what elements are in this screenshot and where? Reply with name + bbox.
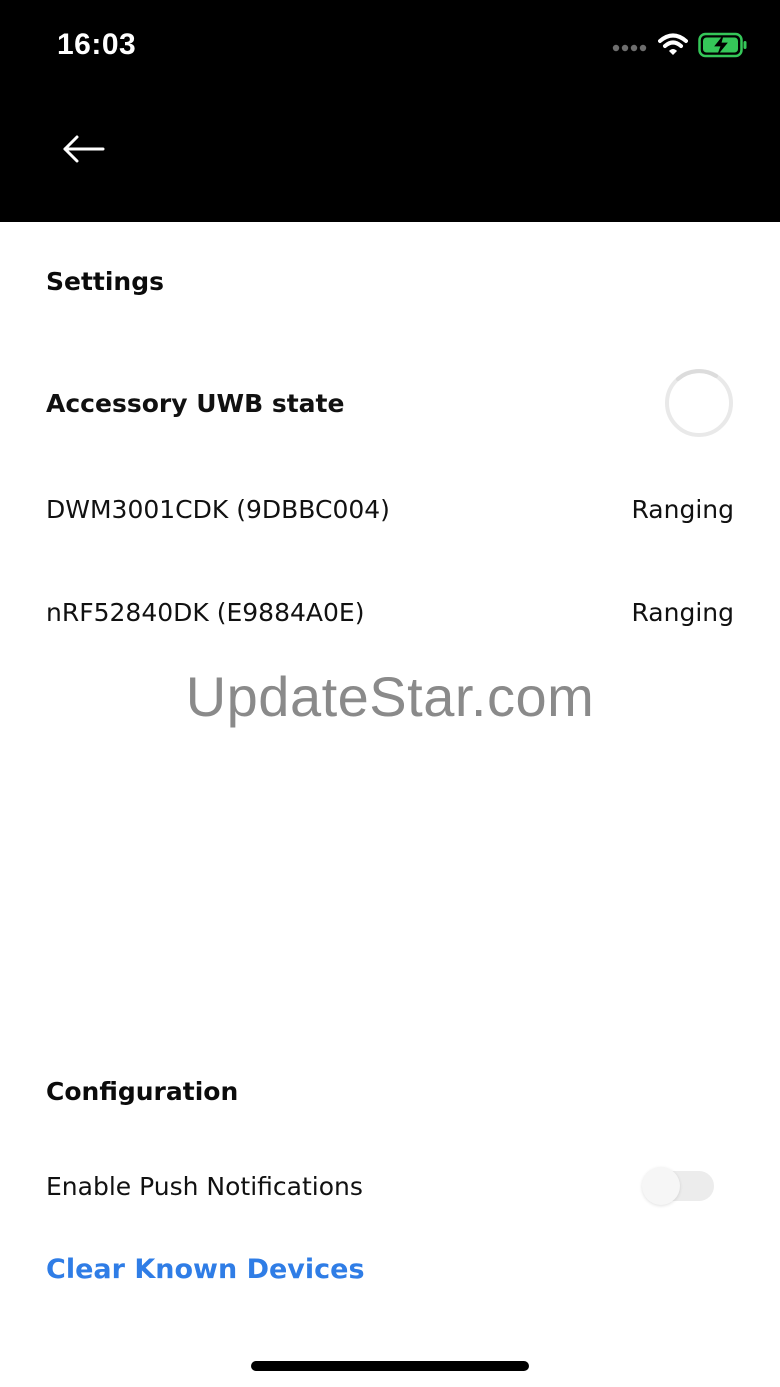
push-notifications-label: Enable Push Notifications <box>46 1171 363 1201</box>
device-name: nRF52840DK (E9884A0E) <box>46 597 365 627</box>
settings-title: Settings <box>46 267 165 296</box>
wifi-icon <box>658 33 688 61</box>
device-row: nRF52840DK (E9884A0E) Ranging <box>46 584 734 640</box>
uwb-state-label: Accessory UWB state <box>46 388 345 418</box>
device-state: Ranging <box>631 494 734 524</box>
push-notifications-row: Enable Push Notifications <box>46 1158 734 1214</box>
top-bar: 16:03 <box>0 0 780 222</box>
arrow-left-icon <box>61 134 105 168</box>
loading-spinner-icon <box>664 368 734 442</box>
status-time: 16:03 <box>57 28 137 61</box>
device-state: Ranging <box>631 597 734 627</box>
signal-dots-icon <box>612 38 648 57</box>
device-name: DWM3001CDK (9DBBC004) <box>46 494 390 524</box>
toggle-knob <box>642 1167 680 1205</box>
configuration-title: Configuration <box>46 1077 239 1106</box>
status-icons <box>612 32 748 62</box>
watermark: UpdateStar.com <box>185 665 595 728</box>
uwb-state-row: Accessory UWB state <box>46 369 734 437</box>
push-notifications-toggle[interactable] <box>642 1167 714 1205</box>
device-row: DWM3001CDK (9DBBC004) Ranging <box>46 481 734 537</box>
home-indicator <box>251 1361 529 1371</box>
clear-known-devices-button[interactable]: Clear Known Devices <box>46 1254 365 1285</box>
battery-charging-icon <box>698 32 748 62</box>
back-button[interactable] <box>58 130 108 172</box>
